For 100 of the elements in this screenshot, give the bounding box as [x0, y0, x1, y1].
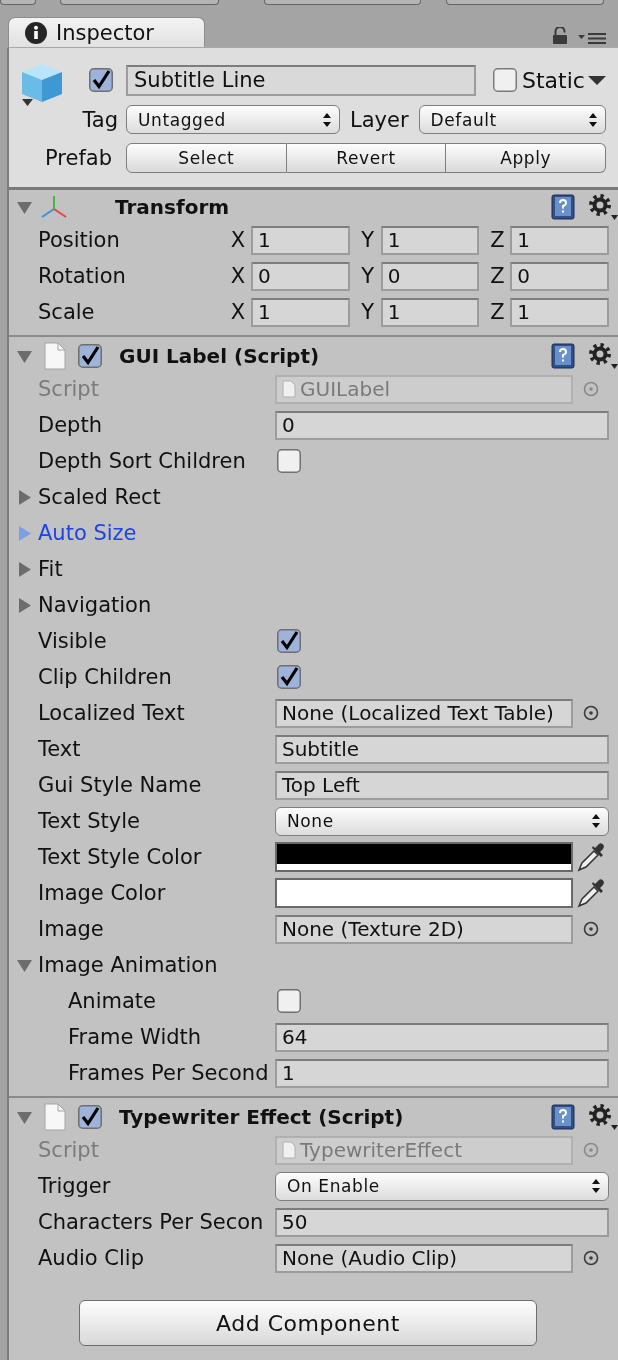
foldout[interactable]: Auto Size — [17, 521, 137, 545]
lock-icon[interactable] — [552, 27, 568, 44]
foldout[interactable]: Image Animation — [17, 953, 218, 977]
foldout[interactable]: Scaled Rect — [17, 485, 161, 509]
field-label: Scale — [38, 300, 95, 324]
document-icon — [44, 1103, 66, 1131]
tab-edge[interactable] — [446, 0, 604, 5]
checkbox[interactable] — [277, 665, 301, 689]
tab-edge[interactable] — [60, 0, 219, 5]
name-field[interactable]: Subtitle Line — [126, 64, 476, 96]
tab-edge[interactable] — [264, 0, 421, 5]
field-label: Script — [38, 377, 99, 401]
settings-icon[interactable] — [588, 1103, 618, 1131]
updown-arrows-icon — [589, 112, 597, 127]
number-field[interactable]: 1 — [251, 225, 350, 255]
object-field[interactable]: None (Audio Clip) — [275, 1243, 573, 1273]
document-icon — [282, 1141, 296, 1159]
ring-dot-icon[interactable] — [583, 1142, 599, 1158]
field-label: Characters Per Secon — [38, 1210, 264, 1234]
eyedropper-icon[interactable] — [576, 878, 606, 908]
text-field[interactable]: 64 — [275, 1022, 609, 1052]
document-icon — [44, 342, 66, 370]
ring-dot-icon[interactable] — [583, 921, 599, 937]
number-field[interactable]: 1 — [251, 297, 350, 327]
prefab-label: Prefab — [45, 146, 112, 170]
tab-edge[interactable] — [0, 0, 36, 5]
field-label: Gui Style Name — [38, 773, 202, 797]
add-component-button[interactable]: Add Component — [79, 1300, 537, 1346]
static-label: Static — [522, 67, 585, 93]
settings-icon[interactable] — [588, 342, 618, 370]
ring-dot-icon[interactable] — [583, 1250, 599, 1266]
checkbox[interactable] — [78, 1105, 102, 1129]
checkbox[interactable] — [493, 68, 517, 92]
field-label: Animate — [68, 989, 156, 1013]
prefab-button[interactable]: Apply — [446, 143, 606, 173]
text-field[interactable]: 0 — [275, 410, 609, 440]
field-label: Depth — [38, 413, 102, 437]
axis-label: Y — [360, 264, 376, 288]
text-field[interactable]: Subtitle — [275, 734, 609, 764]
help-book-icon[interactable] — [551, 343, 575, 369]
help-book-icon[interactable] — [551, 194, 575, 220]
menu-icon[interactable] — [578, 33, 606, 44]
number-field[interactable]: 0 — [251, 261, 350, 291]
updown-arrows-icon — [592, 814, 600, 828]
number-field[interactable]: 0 — [380, 261, 480, 291]
foldout-triangle-icon[interactable] — [17, 1109, 32, 1125]
settings-icon[interactable] — [588, 193, 618, 221]
axis-label: Z — [489, 264, 506, 288]
text-field[interactable]: Top Left — [275, 770, 609, 800]
checkbox[interactable] — [277, 989, 301, 1013]
field-label: Clip Children — [38, 665, 172, 689]
foldout-triangle-icon[interactable] — [17, 199, 32, 215]
dropdown[interactable]: None — [275, 806, 609, 836]
caret-icon[interactable] — [588, 75, 606, 85]
tag-dropdown[interactable]: Untagged — [126, 105, 340, 134]
layer-label: Layer — [350, 107, 409, 132]
field-label: Image Color — [38, 881, 166, 905]
object-field[interactable]: None (Texture 2D) — [275, 914, 573, 944]
number-field[interactable]: 1 — [510, 225, 609, 255]
field-label: Trigger — [38, 1174, 111, 1198]
cube-icon — [20, 62, 64, 108]
field-label: Text — [38, 737, 81, 761]
axis-label: Y — [360, 228, 376, 252]
foldout[interactable]: Fit — [17, 557, 63, 581]
foldout-triangle-icon[interactable] — [17, 348, 32, 364]
field-label: Text Style Color — [38, 845, 202, 869]
updown-arrows-icon — [592, 1179, 600, 1193]
number-field[interactable]: 0 — [510, 261, 609, 291]
eyedropper-icon[interactable] — [576, 842, 606, 872]
field-label: Frames Per Second — [68, 1061, 269, 1085]
dropdown[interactable]: On Enable — [275, 1171, 609, 1201]
number-field[interactable]: 1 — [510, 297, 609, 327]
prefab-button[interactable]: Revert — [286, 143, 447, 173]
field-label: Script — [38, 1138, 99, 1162]
checkbox[interactable] — [277, 629, 301, 653]
info-icon — [25, 22, 47, 44]
help-book-icon[interactable] — [551, 1104, 575, 1130]
axes-icon — [40, 194, 68, 220]
document-icon — [282, 380, 296, 398]
text-field[interactable]: 50 — [275, 1207, 609, 1237]
component-title: GUI Label (Script) — [119, 344, 320, 368]
layer-dropdown[interactable]: Default — [418, 105, 606, 134]
ring-dot-icon[interactable] — [583, 705, 599, 721]
object-field[interactable]: None (Localized Text Table) — [275, 698, 573, 728]
checkbox[interactable] — [78, 344, 102, 368]
tag-label: Tag — [82, 107, 118, 132]
inspector-tab[interactable]: Inspector — [8, 17, 205, 48]
text-field[interactable]: 1 — [275, 1058, 609, 1088]
color-swatch[interactable] — [275, 842, 573, 872]
field-label: Localized Text — [38, 701, 185, 725]
number-field[interactable]: 1 — [380, 297, 480, 327]
prefab-button[interactable]: Select — [126, 143, 287, 173]
updown-arrows-icon — [323, 112, 331, 127]
number-field[interactable]: 1 — [380, 225, 480, 255]
axis-label: Z — [489, 300, 506, 324]
checkbox[interactable] — [277, 449, 301, 473]
foldout[interactable]: Navigation — [17, 593, 152, 617]
checkbox[interactable] — [89, 68, 113, 92]
color-swatch[interactable] — [275, 878, 573, 908]
ring-dot-icon[interactable] — [583, 381, 599, 397]
